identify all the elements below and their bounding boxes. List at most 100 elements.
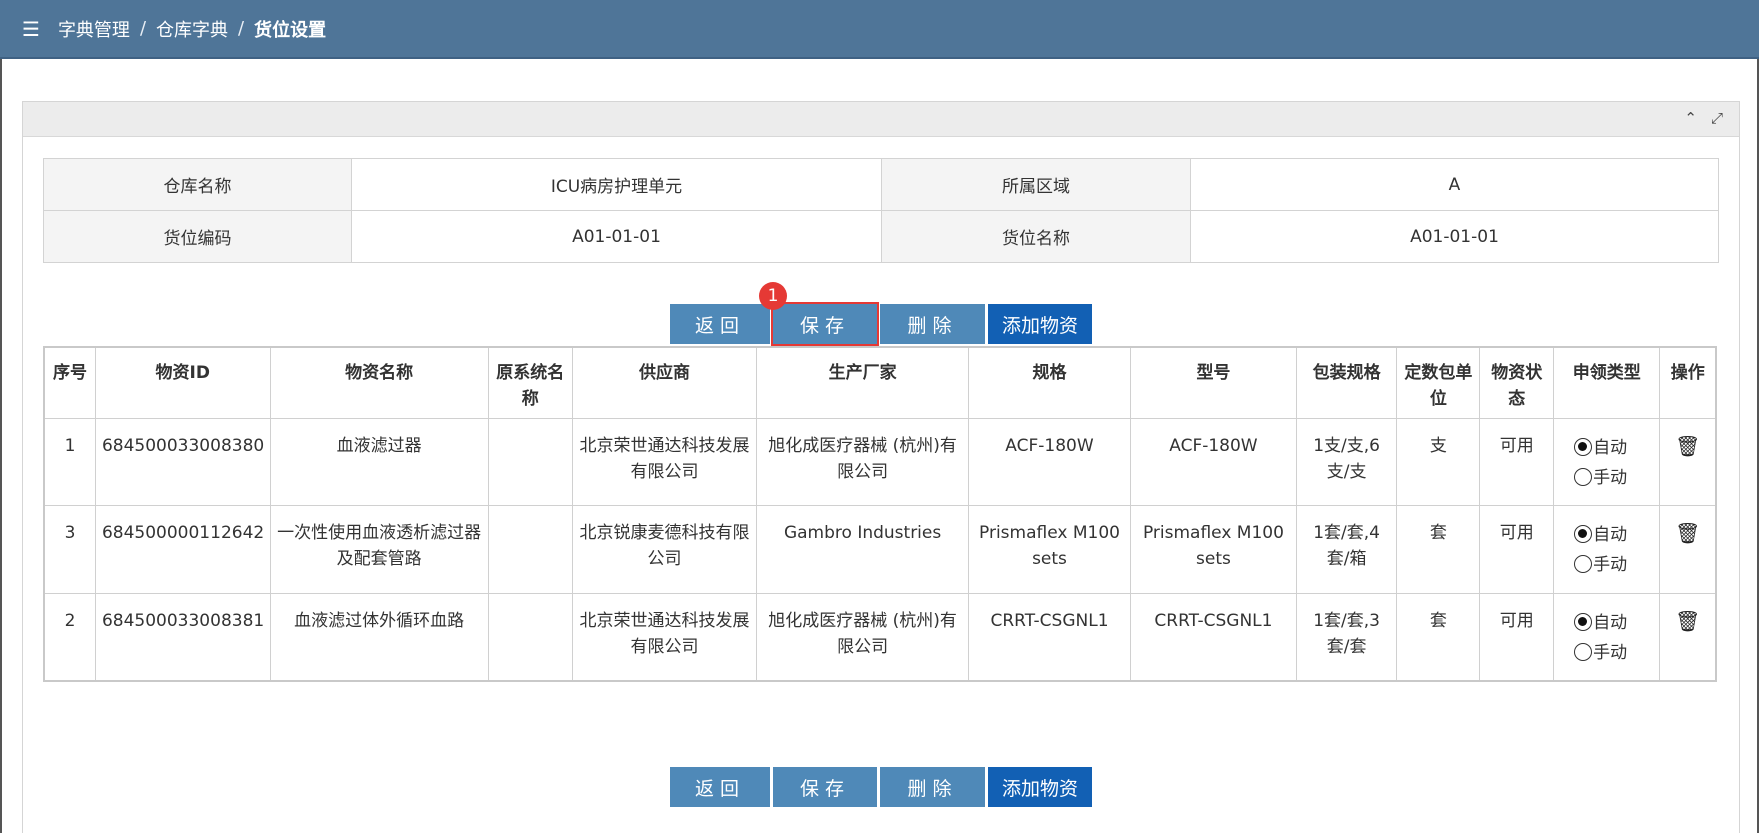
area-label: 所属区域 <box>881 158 1191 211</box>
col-header: 序号 <box>43 346 96 419</box>
cell-supplier: 北京锐康麦德科技有限公司 <box>571 505 758 594</box>
radio-manual-label: 手动 <box>1593 468 1628 488</box>
cell-orig-name <box>487 505 573 594</box>
cell-seq: 2 <box>43 593 96 681</box>
step-badge: 1 <box>759 282 787 310</box>
col-header: 物资名称 <box>269 346 489 419</box>
radio-checked-icon <box>1574 525 1593 543</box>
radio-manual-label: 手动 <box>1593 643 1628 663</box>
breadcrumb-separator: / <box>139 18 147 39</box>
col-header: 型号 <box>1130 346 1297 419</box>
breadcrumb-location-setting: 货位设置 <box>254 19 327 41</box>
cell-id: 684500000112642 <box>94 505 271 594</box>
back-button[interactable]: 返回 <box>670 304 770 344</box>
radio-unchecked-icon <box>1574 468 1593 486</box>
panel-header: ⌃ ⤢ <box>23 102 1739 137</box>
radio-auto[interactable]: 自动 <box>1560 433 1653 463</box>
top-button-row: 返回 1 保存 删除 添加物资 <box>23 282 1739 346</box>
cell-actions: 🗑 <box>1659 505 1717 594</box>
location-code-value: A01-01-01 <box>351 210 882 263</box>
location-name-label: 货位名称 <box>881 210 1191 263</box>
radio-manual[interactable]: 手动 <box>1560 463 1653 493</box>
cell-unit: 支 <box>1396 418 1481 506</box>
col-header: 生产厂家 <box>756 346 969 419</box>
col-header: 定数包单位 <box>1396 346 1481 419</box>
cell-orig-name <box>487 418 573 506</box>
col-header: 原系统名称 <box>487 346 573 419</box>
col-header: 物资状态 <box>1479 346 1555 419</box>
col-header: 包装规格 <box>1295 346 1398 419</box>
trash-icon[interactable]: 🗑 <box>1675 609 1700 633</box>
radio-auto-label: 自动 <box>1593 438 1628 458</box>
table-row: 1 684500033008380 血液滤过器 北京荣世通达科技发展有限公司 旭… <box>43 418 1717 506</box>
col-header: 物资ID <box>94 346 271 419</box>
cell-status: 可用 <box>1479 505 1555 594</box>
radio-unchecked-icon <box>1574 643 1593 661</box>
cell-apply-type: 自动 手动 <box>1553 418 1661 506</box>
warehouse-name-value: ICU病房护理单元 <box>351 158 882 211</box>
cell-apply-type: 自动 手动 <box>1553 593 1661 681</box>
radio-manual[interactable]: 手动 <box>1560 638 1653 668</box>
breadcrumb-warehouse-dict[interactable]: 仓库字典 <box>156 16 228 42</box>
col-header: 申领类型 <box>1553 346 1661 419</box>
breadcrumb-dict-management[interactable]: 字典管理 <box>58 16 130 42</box>
cell-pack: 1套/套,3套/套 <box>1295 593 1398 681</box>
radio-auto[interactable]: 自动 <box>1560 608 1653 638</box>
bottom-button-row: 返回 保存 删除 添加物资 <box>23 767 1739 807</box>
cell-supplier: 北京荣世通达科技发展有限公司 <box>571 418 758 506</box>
cell-supplier: 北京荣世通达科技发展有限公司 <box>571 593 758 681</box>
cell-model: CRRT-CSGNL1 <box>1130 593 1297 681</box>
cell-seq: 1 <box>43 418 96 506</box>
table-row: 2 684500033008381 血液滤过体外循环血路 北京荣世通达科技发展有… <box>43 593 1717 681</box>
warehouse-name-label: 仓库名称 <box>43 158 352 211</box>
cell-actions: 🗑 <box>1659 593 1717 681</box>
cell-model: ACF-180W <box>1130 418 1297 506</box>
cell-apply-type: 自动 手动 <box>1553 505 1661 594</box>
main-panel: ⌃ ⤢ 仓库名称 ICU病房护理单元 所属区域 A 货位编码 A01-01-01… <box>22 101 1740 833</box>
expand-icon[interactable]: ⤢ <box>1711 109 1723 127</box>
radio-checked-icon <box>1574 613 1593 631</box>
location-name-value: A01-01-01 <box>1190 210 1719 263</box>
location-info-table: 仓库名称 ICU病房护理单元 所属区域 A 货位编码 A01-01-01 货位名… <box>43 158 1719 263</box>
breadcrumb-separator: / <box>238 18 245 39</box>
cell-actions: 🗑 <box>1659 418 1717 506</box>
trash-icon[interactable]: 🗑 <box>1675 521 1700 545</box>
cell-spec: ACF-180W <box>967 418 1132 506</box>
cell-status: 可用 <box>1479 418 1555 506</box>
save-button[interactable]: 保存 <box>773 767 877 807</box>
area-value: A <box>1190 158 1719 211</box>
cell-unit: 套 <box>1396 593 1481 681</box>
delete-button[interactable]: 删除 <box>880 304 985 344</box>
delete-button[interactable]: 删除 <box>880 767 985 807</box>
back-button[interactable]: 返回 <box>670 767 770 807</box>
cell-pack: 1套/套,4套/箱 <box>1295 505 1398 594</box>
radio-unchecked-icon <box>1574 555 1593 573</box>
save-button[interactable]: 1 保存 <box>759 282 879 346</box>
table-row: 3 684500000112642 一次性使用血液透析滤过器及配套管路 北京锐康… <box>43 505 1717 594</box>
collapse-icon[interactable]: ⌃ <box>1684 109 1697 127</box>
col-header: 规格 <box>967 346 1132 419</box>
cell-name: 血液滤过体外循环血路 <box>269 593 489 681</box>
radio-auto-label: 自动 <box>1593 613 1628 633</box>
table-header-row: 序号 物资ID 物资名称 原系统名称 供应商 生产厂家 规格 型号 包装规格 定… <box>43 346 1717 419</box>
cell-orig-name <box>487 593 573 681</box>
location-code-label: 货位编码 <box>43 210 352 263</box>
radio-manual[interactable]: 手动 <box>1560 550 1653 580</box>
radio-auto[interactable]: 自动 <box>1560 520 1653 550</box>
trash-icon[interactable]: 🗑 <box>1675 434 1700 458</box>
add-material-button[interactable]: 添加物资 <box>988 304 1092 344</box>
radio-auto-label: 自动 <box>1593 525 1628 545</box>
cell-id: 684500033008381 <box>94 593 271 681</box>
add-material-button[interactable]: 添加物资 <box>988 767 1092 807</box>
cell-spec: Prismaflex M100 sets <box>967 505 1132 594</box>
cell-id: 684500033008380 <box>94 418 271 506</box>
materials-table: 序号 物资ID 物资名称 原系统名称 供应商 生产厂家 规格 型号 包装规格 定… <box>43 346 1717 682</box>
cell-maker: 旭化成医疗器械 (杭州)有限公司 <box>756 418 969 506</box>
cell-pack: 1支/支,6支/支 <box>1295 418 1398 506</box>
top-bar: ☰ 字典管理 / 仓库字典 / 货位设置 <box>0 0 1759 59</box>
menu-icon[interactable]: ☰ <box>22 17 40 41</box>
cell-maker: 旭化成医疗器械 (杭州)有限公司 <box>756 593 969 681</box>
radio-manual-label: 手动 <box>1593 555 1628 575</box>
cell-maker: Gambro Industries <box>756 505 969 594</box>
cell-spec: CRRT-CSGNL1 <box>967 593 1132 681</box>
